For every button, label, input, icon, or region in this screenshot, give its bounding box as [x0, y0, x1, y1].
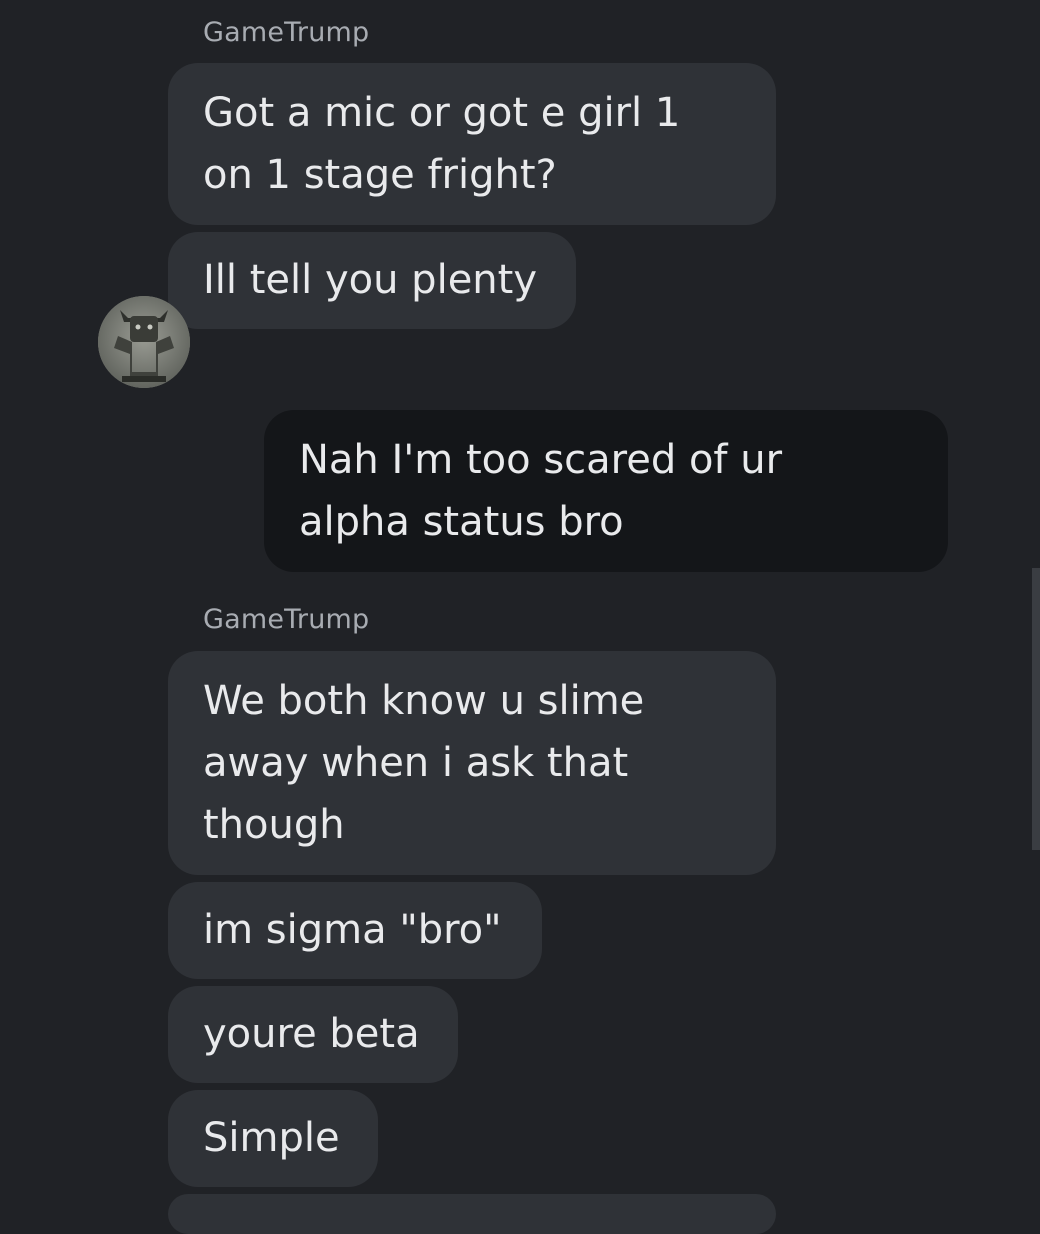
scrollbar-thumb[interactable] — [1032, 568, 1040, 850]
message-bubble[interactable]: im sigma "bro" — [168, 882, 542, 979]
avatar-image — [98, 296, 190, 388]
sender-name: GameTrump — [203, 604, 370, 635]
message-bubble[interactable]: Got a mic or got e girl 1 on 1 stage fri… — [168, 63, 776, 225]
message-bubble[interactable]: Simple — [168, 1090, 378, 1187]
sender-avatar[interactable] — [98, 296, 190, 388]
chat-thread: GameTrump Got a mic or got e girl 1 on 1… — [0, 0, 1040, 1234]
message-bubble[interactable]: youre beta — [168, 986, 458, 1083]
message-bubble[interactable]: We both know u slime away when i ask tha… — [168, 651, 776, 875]
message-bubble-outgoing[interactable]: Nah I'm too scared of ur alpha status br… — [264, 410, 948, 572]
sender-name: GameTrump — [203, 17, 370, 48]
message-bubble-partial[interactable] — [168, 1194, 776, 1234]
message-bubble[interactable]: Ill tell you plenty — [168, 232, 576, 329]
